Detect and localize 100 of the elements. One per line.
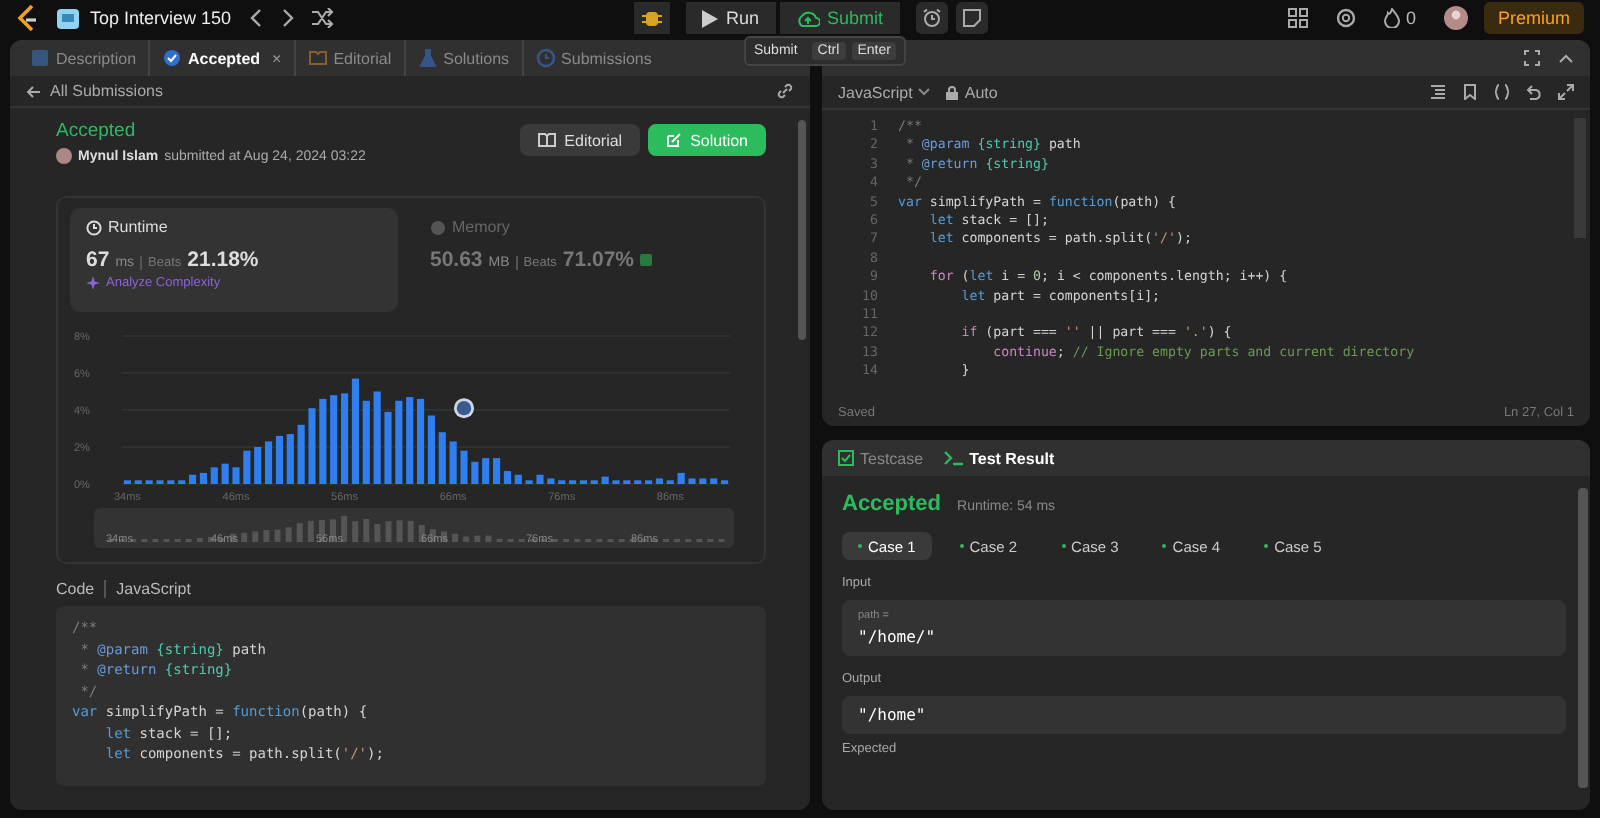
value-text: "/home/" — [858, 628, 938, 646]
histogram-bar — [471, 461, 479, 484]
stat-title: Runtime — [108, 218, 168, 236]
histogram-bar — [547, 478, 555, 484]
edit-icon — [666, 132, 683, 148]
histogram-bar — [243, 450, 251, 484]
badge-icon — [640, 254, 653, 266]
histogram-bar — [286, 434, 294, 484]
language-dropdown[interactable]: JavaScript — [838, 83, 931, 101]
fullscreen-icon[interactable] — [1524, 50, 1540, 66]
tab[interactable]: Accepted — [188, 49, 261, 67]
histogram-bar — [536, 474, 544, 484]
braces-icon[interactable] — [1494, 84, 1510, 100]
tab[interactable]: Editorial — [333, 49, 392, 67]
next-icon[interactable] — [279, 8, 296, 28]
play-icon — [702, 9, 718, 27]
tab[interactable]: Test Result — [969, 449, 1055, 467]
histogram-bar — [699, 478, 707, 484]
clock-icon — [86, 219, 102, 235]
notes-button[interactable] — [955, 2, 988, 34]
code-language: JavaScript — [104, 580, 191, 598]
expand-icon[interactable] — [1558, 84, 1574, 100]
histogram-bar — [254, 447, 262, 484]
book-icon — [307, 48, 328, 68]
clock-icon — [535, 48, 556, 68]
note-icon — [961, 8, 982, 28]
tab[interactable]: Solutions — [443, 49, 510, 67]
shuffle-icon[interactable] — [311, 8, 334, 28]
scrollbar[interactable] — [798, 120, 806, 340]
close-icon[interactable]: × — [272, 49, 282, 67]
stat-value: 67 — [86, 248, 110, 272]
terminal-icon — [943, 450, 964, 466]
histogram-bar — [482, 458, 490, 484]
code-title: Code — [56, 580, 95, 598]
book-icon — [538, 132, 557, 148]
undo-icon[interactable] — [1526, 84, 1542, 100]
all-submissions-link[interactable]: All Submissions — [50, 82, 163, 100]
timer-button[interactable] — [915, 2, 948, 34]
histogram-bar — [384, 411, 392, 484]
problem-list-title[interactable]: Top Interview 150 — [90, 8, 232, 28]
histogram-bar — [460, 450, 468, 484]
format-icon[interactable] — [1430, 84, 1446, 100]
histogram-bar — [210, 467, 218, 484]
histogram-bar — [395, 400, 403, 484]
previous-icon[interactable] — [247, 8, 264, 28]
histogram-bar — [677, 472, 685, 484]
list-icon — [56, 7, 80, 29]
check-circle-icon — [162, 48, 183, 68]
histogram-bar — [373, 391, 381, 484]
beats-percent: 71.07% — [562, 248, 635, 272]
histogram-bar — [221, 463, 229, 484]
histogram-bar — [232, 467, 240, 484]
stat-value: 50.63 — [430, 248, 483, 272]
logo-icon[interactable] — [16, 4, 40, 32]
histogram-bar — [710, 478, 718, 484]
autocomplete-mode[interactable]: Auto — [964, 83, 998, 101]
tab[interactable]: Submissions — [561, 49, 652, 67]
verdict: Accepted — [842, 492, 942, 516]
stat-title: Memory — [452, 218, 510, 236]
histogram-bar — [601, 476, 609, 484]
collapse-icon[interactable] — [1558, 50, 1574, 66]
bug-icon — [642, 8, 662, 28]
avatar-icon[interactable] — [1444, 6, 1468, 30]
editorial-button[interactable]: Editorial — [520, 124, 641, 156]
alarm-clock-icon — [921, 8, 942, 28]
flame-icon — [1383, 8, 1400, 28]
grid-icon[interactable] — [1287, 8, 1308, 28]
histogram-bar — [406, 397, 414, 484]
flask-icon — [417, 48, 438, 68]
debug-button[interactable] — [634, 2, 670, 34]
checkbox-icon — [838, 450, 854, 466]
submission-status: Accepted — [56, 120, 138, 142]
settings-icon[interactable] — [1335, 8, 1356, 28]
streak-count: 0 — [1405, 8, 1416, 28]
tab[interactable]: Testcase — [860, 449, 924, 467]
back-arrow-icon[interactable] — [26, 83, 42, 99]
histogram-bar — [308, 408, 316, 484]
histogram-bar — [449, 441, 457, 484]
histogram-bar — [362, 400, 370, 484]
bookmark-icon[interactable] — [1462, 84, 1478, 100]
value-text: "/home" — [858, 706, 928, 724]
histogram-bar — [688, 478, 696, 484]
scrollbar[interactable] — [1578, 488, 1588, 788]
problem-list-link[interactable]: Top Interview 150 — [56, 7, 232, 29]
premium-button[interactable]: Premium — [1484, 2, 1585, 34]
user-avatar-marker[interactable] — [454, 398, 474, 419]
histogram-bar — [297, 424, 305, 484]
cloud-upload-icon — [795, 9, 820, 27]
chevron-down-icon — [918, 88, 931, 96]
sparkle-icon — [86, 276, 100, 290]
link-icon[interactable] — [776, 82, 794, 100]
histogram-bar — [330, 395, 338, 484]
beats-percent: 21.18% — [187, 248, 259, 272]
lock-icon — [946, 85, 959, 99]
user-avatar-icon — [56, 148, 72, 164]
run-button[interactable]: Run — [686, 2, 776, 34]
histogram-bar — [438, 432, 446, 484]
submit-button[interactable]: Submit — [779, 2, 900, 34]
tab[interactable]: Description — [56, 49, 137, 67]
histogram-bar — [319, 398, 327, 484]
